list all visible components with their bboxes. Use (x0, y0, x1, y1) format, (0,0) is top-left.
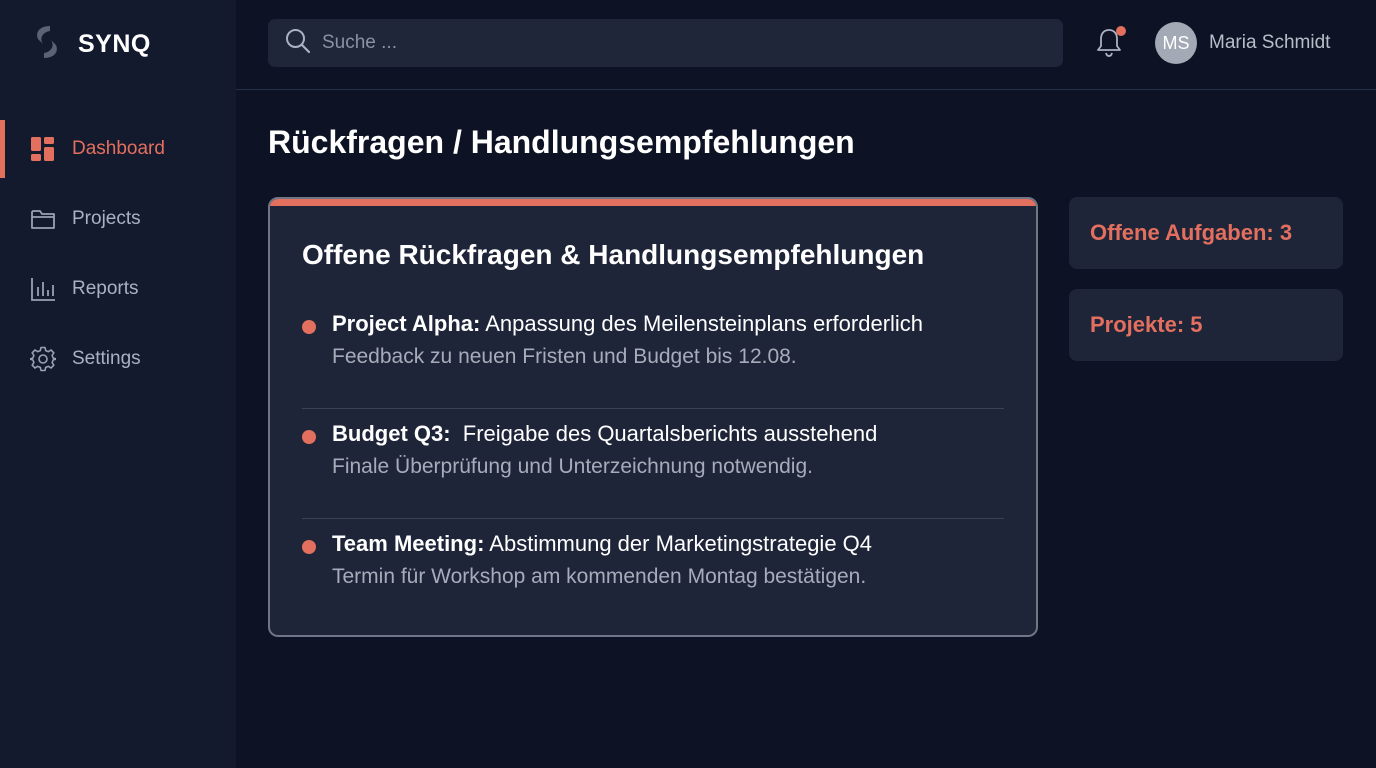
logo-icon (30, 23, 64, 66)
sidebar-item-projects[interactable]: Projects (0, 184, 236, 254)
item-summary: Freigabe des Quartalsberichts ausstehend (462, 421, 878, 446)
sidebar-item-dashboard[interactable]: Dashboard (0, 114, 236, 184)
brand-name: SYNQ (78, 29, 151, 58)
bar-chart-icon (30, 276, 56, 302)
open-tasks-stat[interactable]: Offene Aufgaben: 3 (1069, 197, 1343, 269)
projects-stat[interactable]: Projekte: 5 (1069, 289, 1343, 361)
sidebar-item-settings[interactable]: Settings (0, 324, 236, 394)
sidebar-item-label: Projects (72, 208, 141, 229)
item-heading: Budget Q3: (332, 421, 451, 446)
topbar: MS Maria Schmidt (236, 0, 1376, 90)
user-menu[interactable]: MS Maria Schmidt (1155, 22, 1330, 64)
item-summary: Anpassung des Meilensteinplans erforderl… (485, 311, 924, 336)
item-heading: Project Alpha: (332, 311, 481, 336)
search-input[interactable] (322, 32, 1022, 54)
sidebar-item-reports[interactable]: Reports (0, 254, 236, 324)
item-heading: Team Meeting: (332, 531, 485, 556)
notification-button[interactable] (1094, 26, 1128, 60)
item-summary: Abstimmung der Marketingstrategie Q4 (489, 531, 873, 556)
list-item[interactable]: Project Alpha: Anpassung des Meilenstein… (302, 299, 1004, 409)
search-bar[interactable] (268, 19, 1063, 67)
bullet-dot (302, 540, 316, 554)
list-item[interactable]: Team Meeting: Abstimmung der Marketingst… (302, 519, 1004, 629)
list-item[interactable]: Budget Q3: Freigabe des Quartalsberichts… (302, 409, 1004, 519)
item-detail: Feedback zu neuen Fristen und Budget bis… (332, 345, 797, 368)
brand[interactable]: SYNQ (30, 24, 151, 64)
page-title: Rückfragen / Handlungsempfehlungen (268, 124, 855, 160)
item-detail: Termin für Workshop am kommenden Montag … (332, 565, 867, 588)
folder-icon (30, 206, 56, 232)
card-accent-bar (270, 199, 1036, 206)
item-summary-line: Project Alpha: Anpassung des Meilenstein… (332, 311, 923, 337)
item-detail: Finale Überprüfung und Unterzeichnung no… (332, 455, 813, 478)
notification-dot (1116, 26, 1126, 36)
sidebar-item-label: Dashboard (72, 138, 165, 159)
bullet-dot (302, 430, 316, 444)
open-questions-list: Project Alpha: Anpassung des Meilenstein… (302, 299, 1004, 629)
bullet-dot (302, 320, 316, 334)
gear-icon (30, 346, 56, 372)
search-icon (284, 27, 312, 60)
dashboard-icon (30, 136, 56, 162)
sidebar-item-label: Reports (72, 278, 139, 299)
open-questions-card: Offene Rückfragen & Handlungsempfehlunge… (268, 197, 1038, 637)
item-summary-line: Team Meeting: Abstimmung der Marketingst… (332, 531, 872, 557)
sidebar: SYNQ Dashboard Projects Reports Settings (0, 0, 236, 768)
sidebar-item-label: Settings (72, 348, 141, 369)
avatar[interactable]: MS (1155, 22, 1197, 64)
bell-icon (1094, 29, 1124, 62)
item-summary-line: Budget Q3: Freigabe des Quartalsberichts… (332, 421, 877, 447)
sidebar-nav: Dashboard Projects Reports Settings (0, 114, 236, 394)
user-name[interactable]: Maria Schmidt (1209, 32, 1330, 54)
card-title: Offene Rückfragen & Handlungsempfehlunge… (302, 239, 925, 270)
